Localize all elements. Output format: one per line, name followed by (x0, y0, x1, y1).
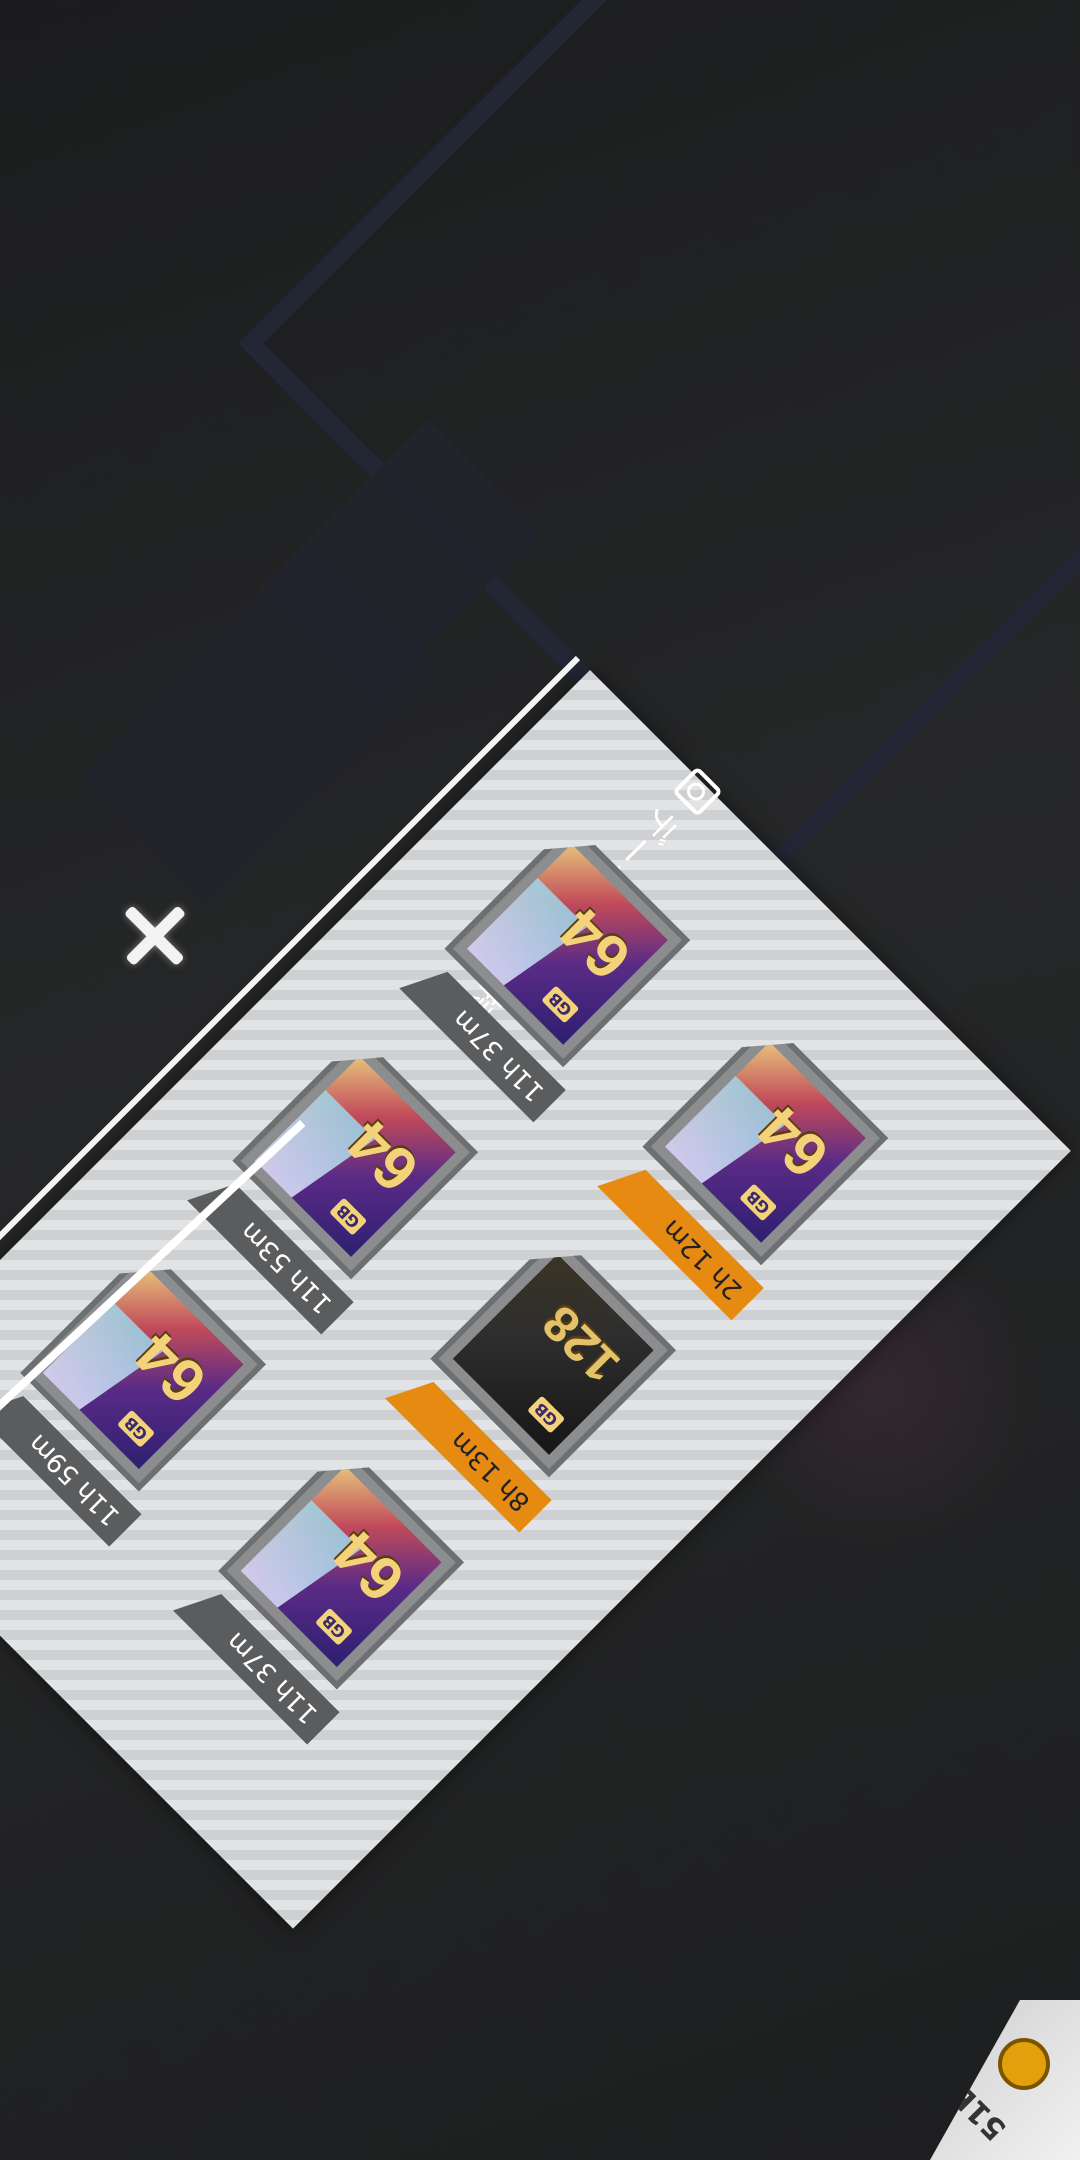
chip-unit: GB (739, 1183, 777, 1221)
chip-card-6[interactable]: 11h 37m GB 64 (166, 1427, 484, 1745)
corner-menu[interactable]: 51E (930, 2000, 1080, 2160)
panel-body: データチップ所持 11h 37m GB 64 11h 53m (0, 655, 1071, 1929)
data-chip-panel: データチップ所持 11h 37m GB 64 11h 53m (0, 655, 1080, 1929)
chip-unit: GB (117, 1409, 155, 1447)
corner-text: 51E (944, 2078, 1014, 2147)
chip-value: 128 (531, 1294, 631, 1394)
chip-grid: 11h 37m GB 64 11h 53m GB 64 2h 12m GB 64… (0, 769, 972, 1830)
chip-unit: GB (527, 1395, 565, 1433)
chip-unit: GB (329, 1197, 367, 1235)
chip-unit: GB (541, 985, 579, 1023)
chip-unit: GB (315, 1607, 353, 1645)
chip-card-2[interactable]: 11h 53m GB 64 (180, 1016, 498, 1334)
chip-card-3[interactable]: 2h 12m GB 64 (590, 1002, 908, 1320)
chip-card-5[interactable]: 8h 13m GB 128 (378, 1214, 696, 1532)
coin-icon (998, 2038, 1050, 2090)
